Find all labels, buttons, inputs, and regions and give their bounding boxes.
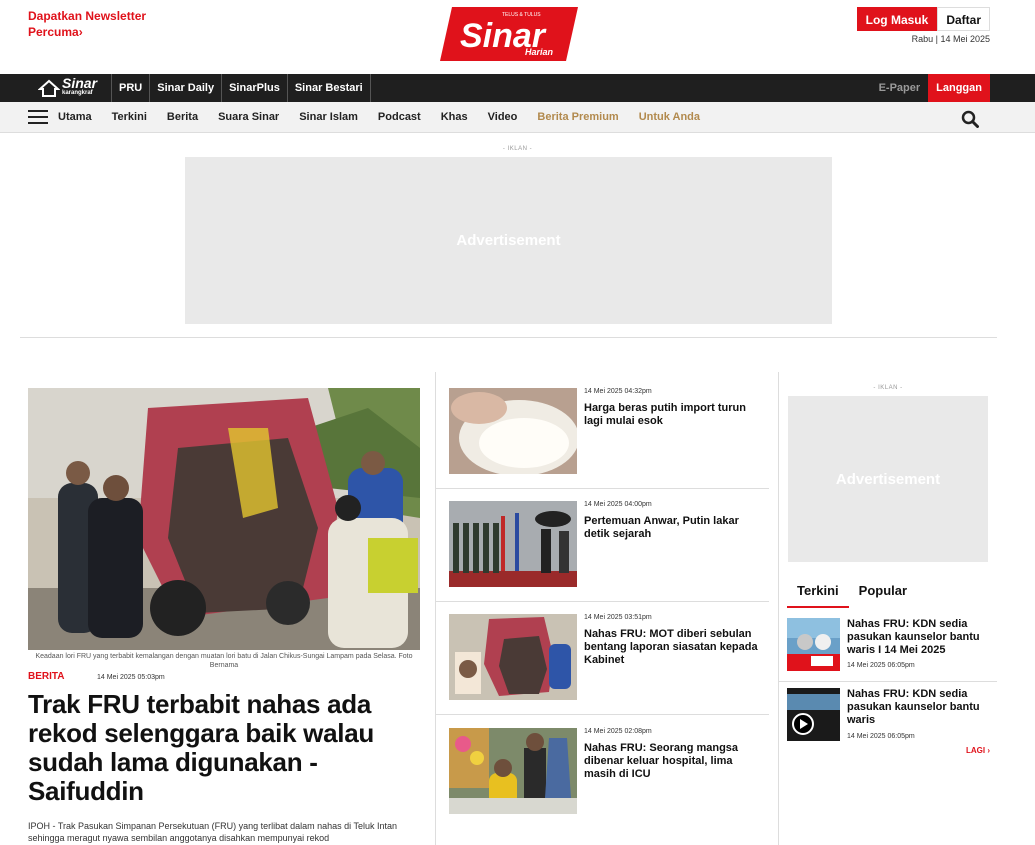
epaper-link[interactable]: E-Paper: [871, 74, 929, 102]
story-time: 14 Mei 2025 04:32pm: [584, 388, 652, 395]
story-thumbnail[interactable]: [449, 728, 577, 814]
register-button[interactable]: Daftar: [937, 7, 990, 31]
story-time: 14 Mei 2025 02:08pm: [584, 728, 652, 735]
nav-sinar-islam[interactable]: Sinar Islam: [299, 111, 358, 123]
list-item[interactable]: 14 Mei 2025 03:51pm Nahas FRU: MOT diber…: [449, 614, 769, 714]
ad-label: - IKLAN -: [873, 385, 903, 391]
nav-podcast[interactable]: Podcast: [378, 111, 421, 123]
tab-terkini[interactable]: Terkini: [787, 580, 849, 608]
login-button[interactable]: Log Masuk: [856, 7, 938, 31]
divider: [436, 488, 769, 489]
list-item[interactable]: Nahas FRU: KDN sedia pasukan kaunselor b…: [787, 618, 992, 673]
tab-popular[interactable]: Popular: [849, 580, 917, 608]
story-thumbnail[interactable]: [449, 501, 577, 587]
main-story-headline[interactable]: Trak FRU terbabit nahas ada rekod seleng…: [28, 690, 428, 806]
story-time: 14 Mei 2025 03:51pm: [584, 614, 652, 621]
sidebar-thumbnail[interactable]: [787, 618, 840, 671]
story-title[interactable]: Nahas FRU: MOT diberi sebulan bentang la…: [584, 628, 759, 667]
list-item[interactable]: 14 Mei 2025 04:00pm Pertemuan Anwar, Put…: [449, 501, 769, 601]
sinar-harian-logo[interactable]: Sinar Harian TELUS & TULUS: [440, 7, 578, 61]
site-header: Dapatkan Newsletter Percuma› Sinar Haria…: [0, 0, 1035, 74]
network-bar: Sinar karangkraf PRU Sinar Daily SinarPl…: [0, 74, 1035, 102]
story-thumbnail[interactable]: [449, 388, 577, 474]
nav-video[interactable]: Video: [488, 111, 518, 123]
more-link[interactable]: LAGI ›: [966, 746, 990, 755]
network-link-pru[interactable]: PRU: [112, 74, 151, 102]
sidebar-story-title[interactable]: Nahas FRU: KDN sedia pasukan kaunselor b…: [847, 688, 992, 727]
sidebar-thumbnail[interactable]: [787, 688, 840, 741]
list-item[interactable]: 14 Mei 2025 04:32pm Harga beras putih im…: [449, 388, 769, 488]
main-story-category[interactable]: BERITA: [28, 671, 64, 682]
search-icon[interactable]: [961, 110, 979, 128]
nav-untuk-anda[interactable]: Untuk Anda: [639, 111, 700, 123]
newsletter-link[interactable]: Dapatkan Newsletter Percuma›: [28, 8, 168, 40]
column-divider: [778, 372, 779, 845]
main-story-time: 14 Mei 2025 05:03pm: [97, 674, 165, 681]
main-story-excerpt: IPOH - Trak Pasukan Simpanan Persekutuan…: [28, 821, 398, 843]
network-link-sinar-daily[interactable]: Sinar Daily: [150, 74, 223, 102]
divider: [779, 681, 997, 682]
sidebar-story-time: 14 Mei 2025 06:05pm: [847, 662, 915, 669]
sidebar-advertisement[interactable]: Advertisement: [788, 396, 988, 562]
story-title[interactable]: Harga beras putih import turun lagi mula…: [584, 402, 759, 428]
top-advertisement[interactable]: Advertisement: [185, 157, 832, 324]
svg-text:Harian: Harian: [525, 47, 554, 57]
sinar-karangkraf-logo[interactable]: Sinar karangkraf: [38, 74, 112, 102]
nav-berita-premium[interactable]: Berita Premium: [537, 111, 618, 123]
svg-text:TELUS & TULUS: TELUS & TULUS: [502, 12, 541, 18]
nav-terkini[interactable]: Terkini: [112, 111, 147, 123]
story-time: 14 Mei 2025 04:00pm: [584, 501, 652, 508]
divider: [436, 601, 769, 602]
story-title[interactable]: Pertemuan Anwar, Putin lakar detik sejar…: [584, 515, 759, 541]
column-divider: [435, 372, 436, 845]
nav-utama[interactable]: Utama: [58, 111, 92, 123]
house-icon: [38, 79, 60, 97]
subscribe-button[interactable]: Langgan: [928, 74, 990, 102]
main-nav: Utama Terkini Berita Suara Sinar Sinar I…: [0, 102, 1035, 133]
network-link-sinar-bestari[interactable]: Sinar Bestari: [288, 74, 371, 102]
nav-khas[interactable]: Khas: [441, 111, 468, 123]
divider: [20, 337, 997, 338]
main-story-caption: Keadaan lori FRU yang terbabit kemalanga…: [35, 653, 413, 669]
divider: [436, 714, 769, 715]
menu-icon[interactable]: [28, 110, 48, 124]
story-thumbnail[interactable]: [449, 614, 577, 700]
sidebar-story-time: 14 Mei 2025 06:05pm: [847, 733, 915, 740]
story-title[interactable]: Nahas FRU: Seorang mangsa dibenar keluar…: [584, 742, 759, 781]
main-story-image[interactable]: [28, 388, 420, 650]
list-item[interactable]: Nahas FRU: KDN sedia pasukan kaunselor b…: [787, 688, 992, 743]
network-link-sinarplus[interactable]: SinarPlus: [222, 74, 288, 102]
list-item[interactable]: 14 Mei 2025 02:08pm Nahas FRU: Seorang m…: [449, 728, 769, 828]
nav-suara-sinar[interactable]: Suara Sinar: [218, 111, 279, 123]
sidebar-tabs: Terkini Popular: [787, 580, 997, 608]
current-date: Rabu | 14 Mei 2025: [911, 34, 990, 44]
nav-berita[interactable]: Berita: [167, 111, 198, 123]
ad-label: - IKLAN -: [502, 146, 533, 152]
sidebar-story-title[interactable]: Nahas FRU: KDN sedia pasukan kaunselor b…: [847, 618, 992, 657]
